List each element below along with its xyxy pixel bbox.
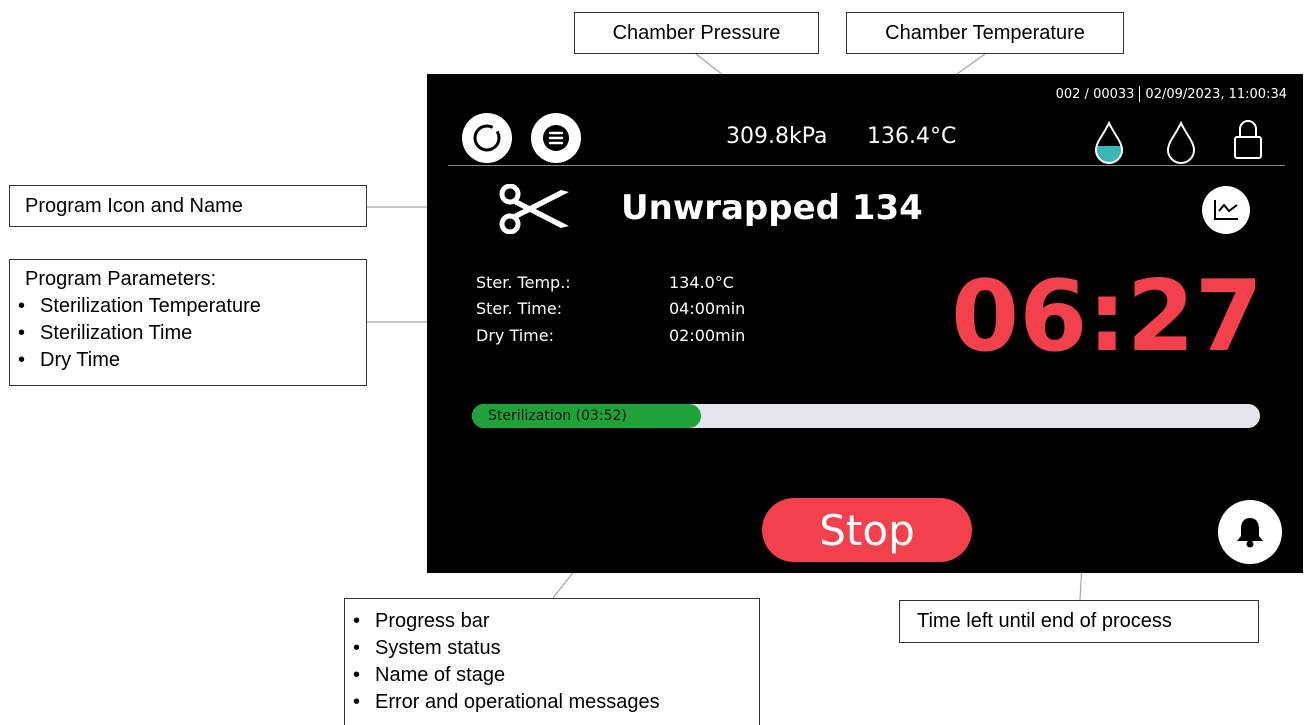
refresh-button[interactable] bbox=[462, 113, 512, 163]
callout-chamber-temperature: Chamber Temperature bbox=[846, 12, 1124, 54]
callout-program-icon-name-text: Program Icon and Name bbox=[25, 195, 243, 217]
callout-time-left: Time left until end of process bbox=[899, 600, 1259, 643]
progress-fill: Sterilization (03:52) bbox=[472, 404, 701, 428]
callout-param-item: Sterilization Time bbox=[10, 320, 366, 347]
callout-chamber-temperature-text: Chamber Temperature bbox=[885, 22, 1085, 44]
stop-button-label: Stop bbox=[819, 505, 915, 555]
lock-icon[interactable] bbox=[1231, 117, 1265, 161]
callout-program-parameters-title: Program Parameters: bbox=[25, 268, 217, 290]
cycle-counter: 002 / 00033 bbox=[1055, 86, 1135, 102]
water-drop-icon[interactable] bbox=[1164, 120, 1198, 164]
scissors-icon bbox=[499, 184, 569, 234]
program-name: Unwrapped 134 bbox=[621, 188, 923, 228]
callout-param-item: Dry Time bbox=[10, 347, 366, 374]
callout-progress-info: Progress bar System status Name of stage… bbox=[344, 598, 760, 725]
ster-time-label: Ster. Time: bbox=[476, 299, 563, 318]
chamber-temperature-value: 136.4°C bbox=[867, 124, 957, 149]
progress-bar: Sterilization (03:52) bbox=[472, 404, 1260, 428]
callout-program-icon-name: Program Icon and Name bbox=[9, 185, 367, 227]
callout-chamber-pressure-text: Chamber Pressure bbox=[612, 22, 781, 44]
callout-param-item: Sterilization Temperature bbox=[10, 293, 366, 320]
chart-button[interactable] bbox=[1202, 186, 1250, 234]
dry-time-value: 02:00min bbox=[669, 326, 746, 345]
callout-program-parameters: Program Parameters: Sterilization Temper… bbox=[9, 259, 367, 386]
refresh-icon bbox=[473, 124, 501, 152]
stop-button[interactable]: Stop bbox=[762, 498, 972, 562]
chamber-pressure-value: 309.8kPa bbox=[726, 124, 828, 149]
ster-temp-label: Ster. Temp.: bbox=[476, 273, 571, 292]
dry-time-label: Dry Time: bbox=[476, 326, 554, 345]
callout-progress-item: System status bbox=[345, 635, 759, 662]
countdown-timer: 06:27 bbox=[951, 260, 1263, 374]
alarm-button[interactable] bbox=[1218, 500, 1282, 564]
menu-icon bbox=[543, 125, 569, 151]
status-divider bbox=[1139, 86, 1141, 102]
header-divider bbox=[448, 165, 1285, 166]
water-level-icon[interactable] bbox=[1092, 120, 1126, 164]
autoclave-screen: 002 / 00033 02/09/2023, 11:00:34 309.8kP… bbox=[427, 74, 1303, 573]
callout-chamber-pressure: Chamber Pressure bbox=[574, 12, 819, 54]
ster-temp-value: 134.0°C bbox=[669, 273, 734, 292]
chart-icon bbox=[1214, 200, 1238, 220]
date-time: 02/09/2023, 11:00:34 bbox=[1145, 86, 1287, 102]
status-line: 002 / 00033 02/09/2023, 11:00:34 bbox=[1056, 86, 1287, 102]
progress-stage-label: Sterilization (03:52) bbox=[488, 408, 627, 424]
callout-time-left-text: Time left until end of process bbox=[917, 610, 1172, 632]
ster-time-value: 04:00min bbox=[669, 299, 746, 318]
callout-progress-item: Name of stage bbox=[345, 662, 759, 689]
menu-button[interactable] bbox=[531, 113, 581, 163]
callout-progress-item: Error and operational messages bbox=[345, 689, 759, 716]
callout-progress-item: Progress bar bbox=[345, 608, 759, 635]
bell-icon bbox=[1237, 518, 1263, 548]
